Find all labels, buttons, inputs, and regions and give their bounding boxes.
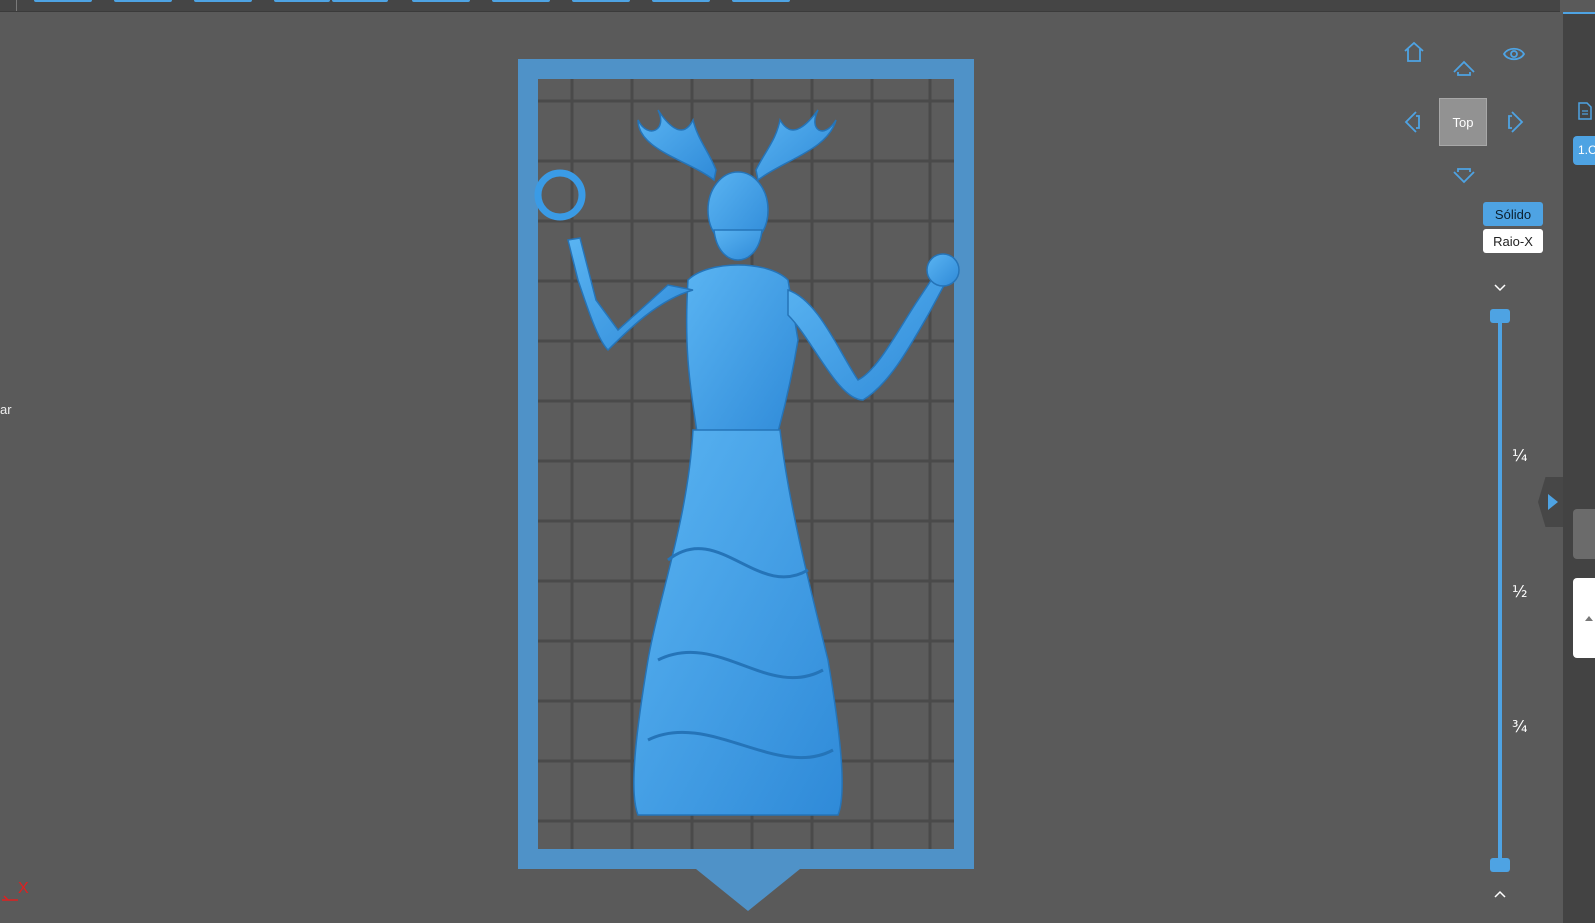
toolbar-button-8[interactable] [572,0,630,2]
panel-section-block [1573,509,1595,559]
document-icon[interactable] [1578,102,1592,120]
plate-front-indicator [696,869,800,911]
toolbar-button-5[interactable] [332,0,388,2]
slider-tick-quarter: ¼ [1512,446,1528,465]
panel-scroll-button[interactable] [1573,578,1595,658]
chevron-up-icon[interactable] [1492,889,1508,899]
home-icon[interactable] [1402,40,1426,64]
xray-mode-button[interactable]: Raio-X [1483,229,1543,253]
down-arrow-icon[interactable] [1452,168,1476,184]
toolbar-button-2[interactable] [114,0,172,2]
layer-slider-bottom-handle[interactable] [1490,858,1510,872]
left-arrow-icon[interactable] [1404,110,1420,134]
right-panel-tab[interactable]: 1.C [1573,136,1595,165]
view-cube-top[interactable]: Top [1439,98,1487,146]
toolbar-button-10[interactable] [732,0,790,2]
right-arrow-icon[interactable] [1508,110,1524,134]
toolbar-button-1[interactable] [34,0,92,2]
solid-mode-button[interactable]: Sólido [1483,202,1543,226]
top-toolbar [0,0,1560,12]
panel-collapse-button[interactable] [1538,477,1563,527]
caret-right-icon [1548,494,1558,510]
layer-slider-track[interactable] [1498,310,1502,860]
toolbar-button-4[interactable] [274,0,330,2]
slider-tick-three-quarters: ¾ [1512,717,1528,736]
toolbar-button-7[interactable] [492,0,550,2]
left-panel-label: ar [0,402,12,417]
toolbar-button-6[interactable] [412,0,470,2]
toolbar-button-3[interactable] [194,0,252,2]
right-panel-accent-line [1563,12,1595,14]
chevron-down-icon[interactable] [1492,282,1508,292]
slider-tick-half: ½ [1512,582,1528,601]
layer-slider-top-handle[interactable] [1490,309,1510,323]
toolbar-separator [16,0,17,11]
toolbar-button-9[interactable] [652,0,710,2]
3d-model[interactable] [518,100,978,840]
axis-x-label: X [18,880,29,897]
up-arrow-icon[interactable] [1452,60,1476,76]
eye-icon[interactable] [1502,44,1526,64]
caret-up-icon [1585,616,1593,621]
